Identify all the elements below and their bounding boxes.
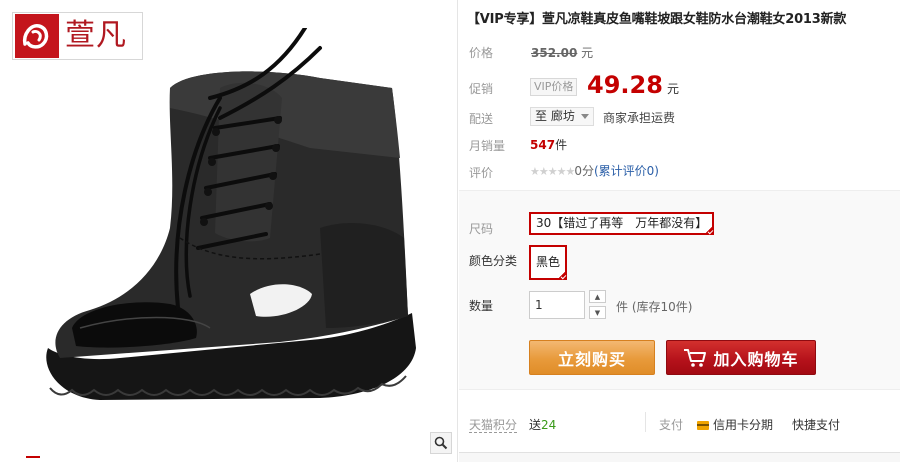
color-option-selected[interactable]: 黑色 [529,245,568,280]
promo-price: 49.28 [587,71,663,99]
stock-count: (库存10件) [631,300,693,314]
points-prefix: 送 [529,418,542,432]
size-option-text: 30【错过了再等 万年都没有】 [536,216,708,230]
quantity-label: 数量 [469,299,494,313]
product-title: 【VIP专享】萱凡凉鞋真皮鱼嘴鞋坡跟女鞋防水台潮鞋女2013新款 [467,12,847,27]
payment-label: 支付 [659,418,684,432]
review-count-link[interactable]: (累计评价0) [594,164,659,178]
rating-stars-icon: ★★★★★ [530,165,575,178]
service-bar: 天猫积分 送24 支付 信用卡分期 快捷支付 [459,404,900,440]
original-price-unit: 元 [581,46,594,60]
promo-price-unit: 元 [667,82,680,96]
quantity-input[interactable]: 1 [529,291,585,319]
buy-now-label: 立刻购买 [557,349,626,369]
thumbnail-indicator[interactable] [26,456,40,462]
add-to-cart-button[interactable]: 加入购物车 [666,340,816,375]
size-option-selected[interactable]: 30【错过了再等 万年都没有】 [529,212,715,235]
divider [645,412,646,432]
original-price-value: 352.00 [531,46,578,60]
credit-installment-link[interactable]: 信用卡分期 [697,416,773,433]
stock-info: 件 (库存10件) [616,298,692,315]
add-to-cart-label: 加入购物车 [713,349,799,369]
original-price: 352.00 元 [531,44,593,61]
zoom-button[interactable] [430,432,452,454]
credit-installment-text: 信用卡分期 [713,418,774,432]
price-label: 价格 [469,46,494,60]
quantity-increase-button[interactable]: ▲ [589,290,606,303]
selected-check-icon [557,270,568,280]
sales-count: 547 [530,138,556,152]
zoom-icon [434,436,448,450]
detail-tabs-strip[interactable] [459,452,900,462]
rating-label: 评价 [469,166,494,180]
quantity-decrease-button[interactable]: ▼ [589,306,606,319]
tmall-points-label[interactable]: 天猫积分 [469,416,518,433]
sales-unit: 件 [555,138,568,152]
quantity-unit: 件 [616,300,629,314]
rating-score: 0分 [574,164,594,178]
shipping-note: 商家承担运费 [603,111,676,125]
credit-card-icon [697,421,709,430]
product-image-pane: 萱凡 [0,0,458,462]
sales-label: 月销量 [469,139,506,153]
delivery-location-select[interactable]: 至 廊坊 [530,107,594,126]
color-label: 颜色分类 [469,254,518,268]
quick-pay-text: 快捷支付 [792,418,841,432]
quick-pay-link[interactable]: 快捷支付 [792,416,840,433]
buy-now-button[interactable]: 立刻购买 [529,340,655,375]
product-shoe-image [46,28,416,400]
caret-down-icon [580,114,589,119]
sku-selector: 尺码 30【错过了再等 万年都没有】 颜色分类 黑色 数量 1 ▲ ▼ 件 (库… [459,190,900,390]
points-value: 24 [541,418,557,432]
cart-icon [684,348,707,367]
size-label: 尺码 [469,222,494,236]
selected-check-icon [704,225,715,235]
chevron-down-icon: ▼ [594,308,601,317]
promo-label: 促销 [469,82,494,96]
monthly-sales: 547件 [530,136,567,153]
tmall-points: 送24 [529,416,556,433]
color-option-text: 黑色 [536,255,561,269]
delivery-label: 配送 [469,112,494,126]
vip-price-tag: VIP价格 [530,78,578,96]
chevron-up-icon: ▲ [594,292,601,301]
delivery-location: 至 廊坊 [535,109,575,123]
product-info-pane: 【VIP专享】萱凡凉鞋真皮鱼嘴鞋坡跟女鞋防水台潮鞋女2013新款 价格 352.… [459,0,900,462]
rating: ★★★★★0分(累计评价0) [530,162,659,179]
